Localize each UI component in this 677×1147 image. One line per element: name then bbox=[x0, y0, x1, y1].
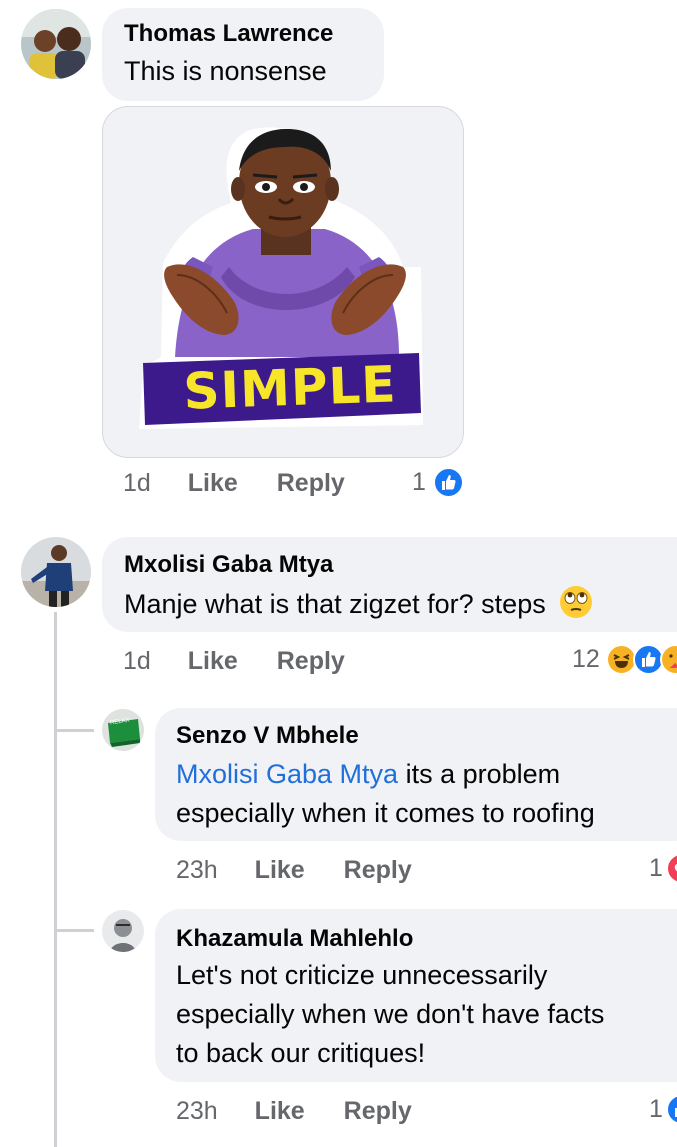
reply-actions: 23h Like Reply bbox=[176, 1097, 412, 1126]
reply-button[interactable]: Reply bbox=[344, 856, 412, 884]
reaction-count[interactable]: 12 bbox=[572, 645, 600, 674]
reply-timestamp[interactable]: 23h bbox=[176, 1097, 218, 1125]
reaction-count[interactable]: 1 bbox=[649, 854, 663, 883]
reply-button[interactable]: Reply bbox=[277, 647, 345, 675]
thread-line bbox=[54, 612, 57, 1147]
comment-text: Manje what is that zigzet for? steps bbox=[124, 585, 593, 630]
love-reaction-icon bbox=[666, 853, 677, 884]
reply-button[interactable]: Reply bbox=[344, 1097, 412, 1125]
reply-text-line: to back our critiques! bbox=[176, 1038, 426, 1068]
sticker-text: SIMPLE bbox=[182, 355, 398, 421]
reaction-count[interactable]: 1 bbox=[649, 1095, 663, 1124]
comment-text-body: Manje what is that zigzet for? steps bbox=[124, 589, 546, 619]
reply-text-line: Let's not criticize unnecessarily bbox=[176, 960, 548, 990]
comment-author[interactable]: Thomas Lawrence bbox=[124, 20, 333, 48]
like-reaction-icon bbox=[433, 467, 464, 498]
like-button[interactable]: Like bbox=[188, 469, 238, 497]
reply-author[interactable]: Khazamula Mahlehlo bbox=[176, 925, 413, 953]
care-reaction-icon bbox=[660, 644, 677, 675]
like-button[interactable]: Like bbox=[255, 1097, 305, 1125]
reply-button[interactable]: Reply bbox=[277, 469, 345, 497]
avatar-khazamula-mahlehlo[interactable] bbox=[102, 910, 144, 952]
reply-bubble: Khazamula Mahlehlo Let's not criticize u… bbox=[155, 909, 677, 1082]
sticker-image[interactable]: SIMPLE bbox=[102, 106, 464, 458]
comment-author[interactable]: Mxolisi Gaba Mtya bbox=[124, 551, 333, 579]
reply-text: Mxolisi Gaba Mtya its a problem bbox=[176, 755, 560, 794]
avatar-thomas-lawrence[interactable] bbox=[21, 9, 91, 79]
avatar-mxolisi-gaba-mtya[interactable] bbox=[21, 537, 91, 607]
comment-actions: 1d Like Reply bbox=[123, 469, 345, 498]
eye-roll-emoji-icon bbox=[559, 585, 593, 630]
reply-bubble: Senzo V Mbhele Mxolisi Gaba Mtya its a p… bbox=[155, 708, 677, 841]
comment-bubble: Mxolisi Gaba Mtya Manje what is that zig… bbox=[102, 537, 677, 632]
thread-connector bbox=[54, 929, 94, 932]
like-button[interactable]: Like bbox=[188, 647, 238, 675]
like-reaction-icon bbox=[666, 1094, 677, 1125]
thread-connector bbox=[54, 729, 94, 732]
reaction-count[interactable]: 1 bbox=[412, 468, 426, 497]
reply-text-line1: its a problem bbox=[398, 759, 561, 789]
reply-text-line2: especially when it comes to roofing bbox=[176, 798, 595, 828]
avatar-senzo-v-mbhele[interactable]: RELAX bbox=[102, 709, 144, 751]
comment-actions: 1d Like Reply bbox=[123, 647, 345, 676]
mention-link[interactable]: Mxolisi Gaba Mtya bbox=[176, 759, 398, 789]
reply-actions: 23h Like Reply bbox=[176, 856, 412, 885]
reply-text-line: especially when we don't have facts bbox=[176, 999, 605, 1029]
reply-author[interactable]: Senzo V Mbhele bbox=[176, 722, 359, 750]
like-button[interactable]: Like bbox=[255, 856, 305, 884]
comment-timestamp[interactable]: 1d bbox=[123, 469, 151, 497]
comment-text: This is nonsense bbox=[124, 56, 327, 86]
comment-bubble: Thomas Lawrence This is nonsense bbox=[102, 8, 384, 101]
reply-timestamp[interactable]: 23h bbox=[176, 856, 218, 884]
comment-timestamp[interactable]: 1d bbox=[123, 647, 151, 675]
